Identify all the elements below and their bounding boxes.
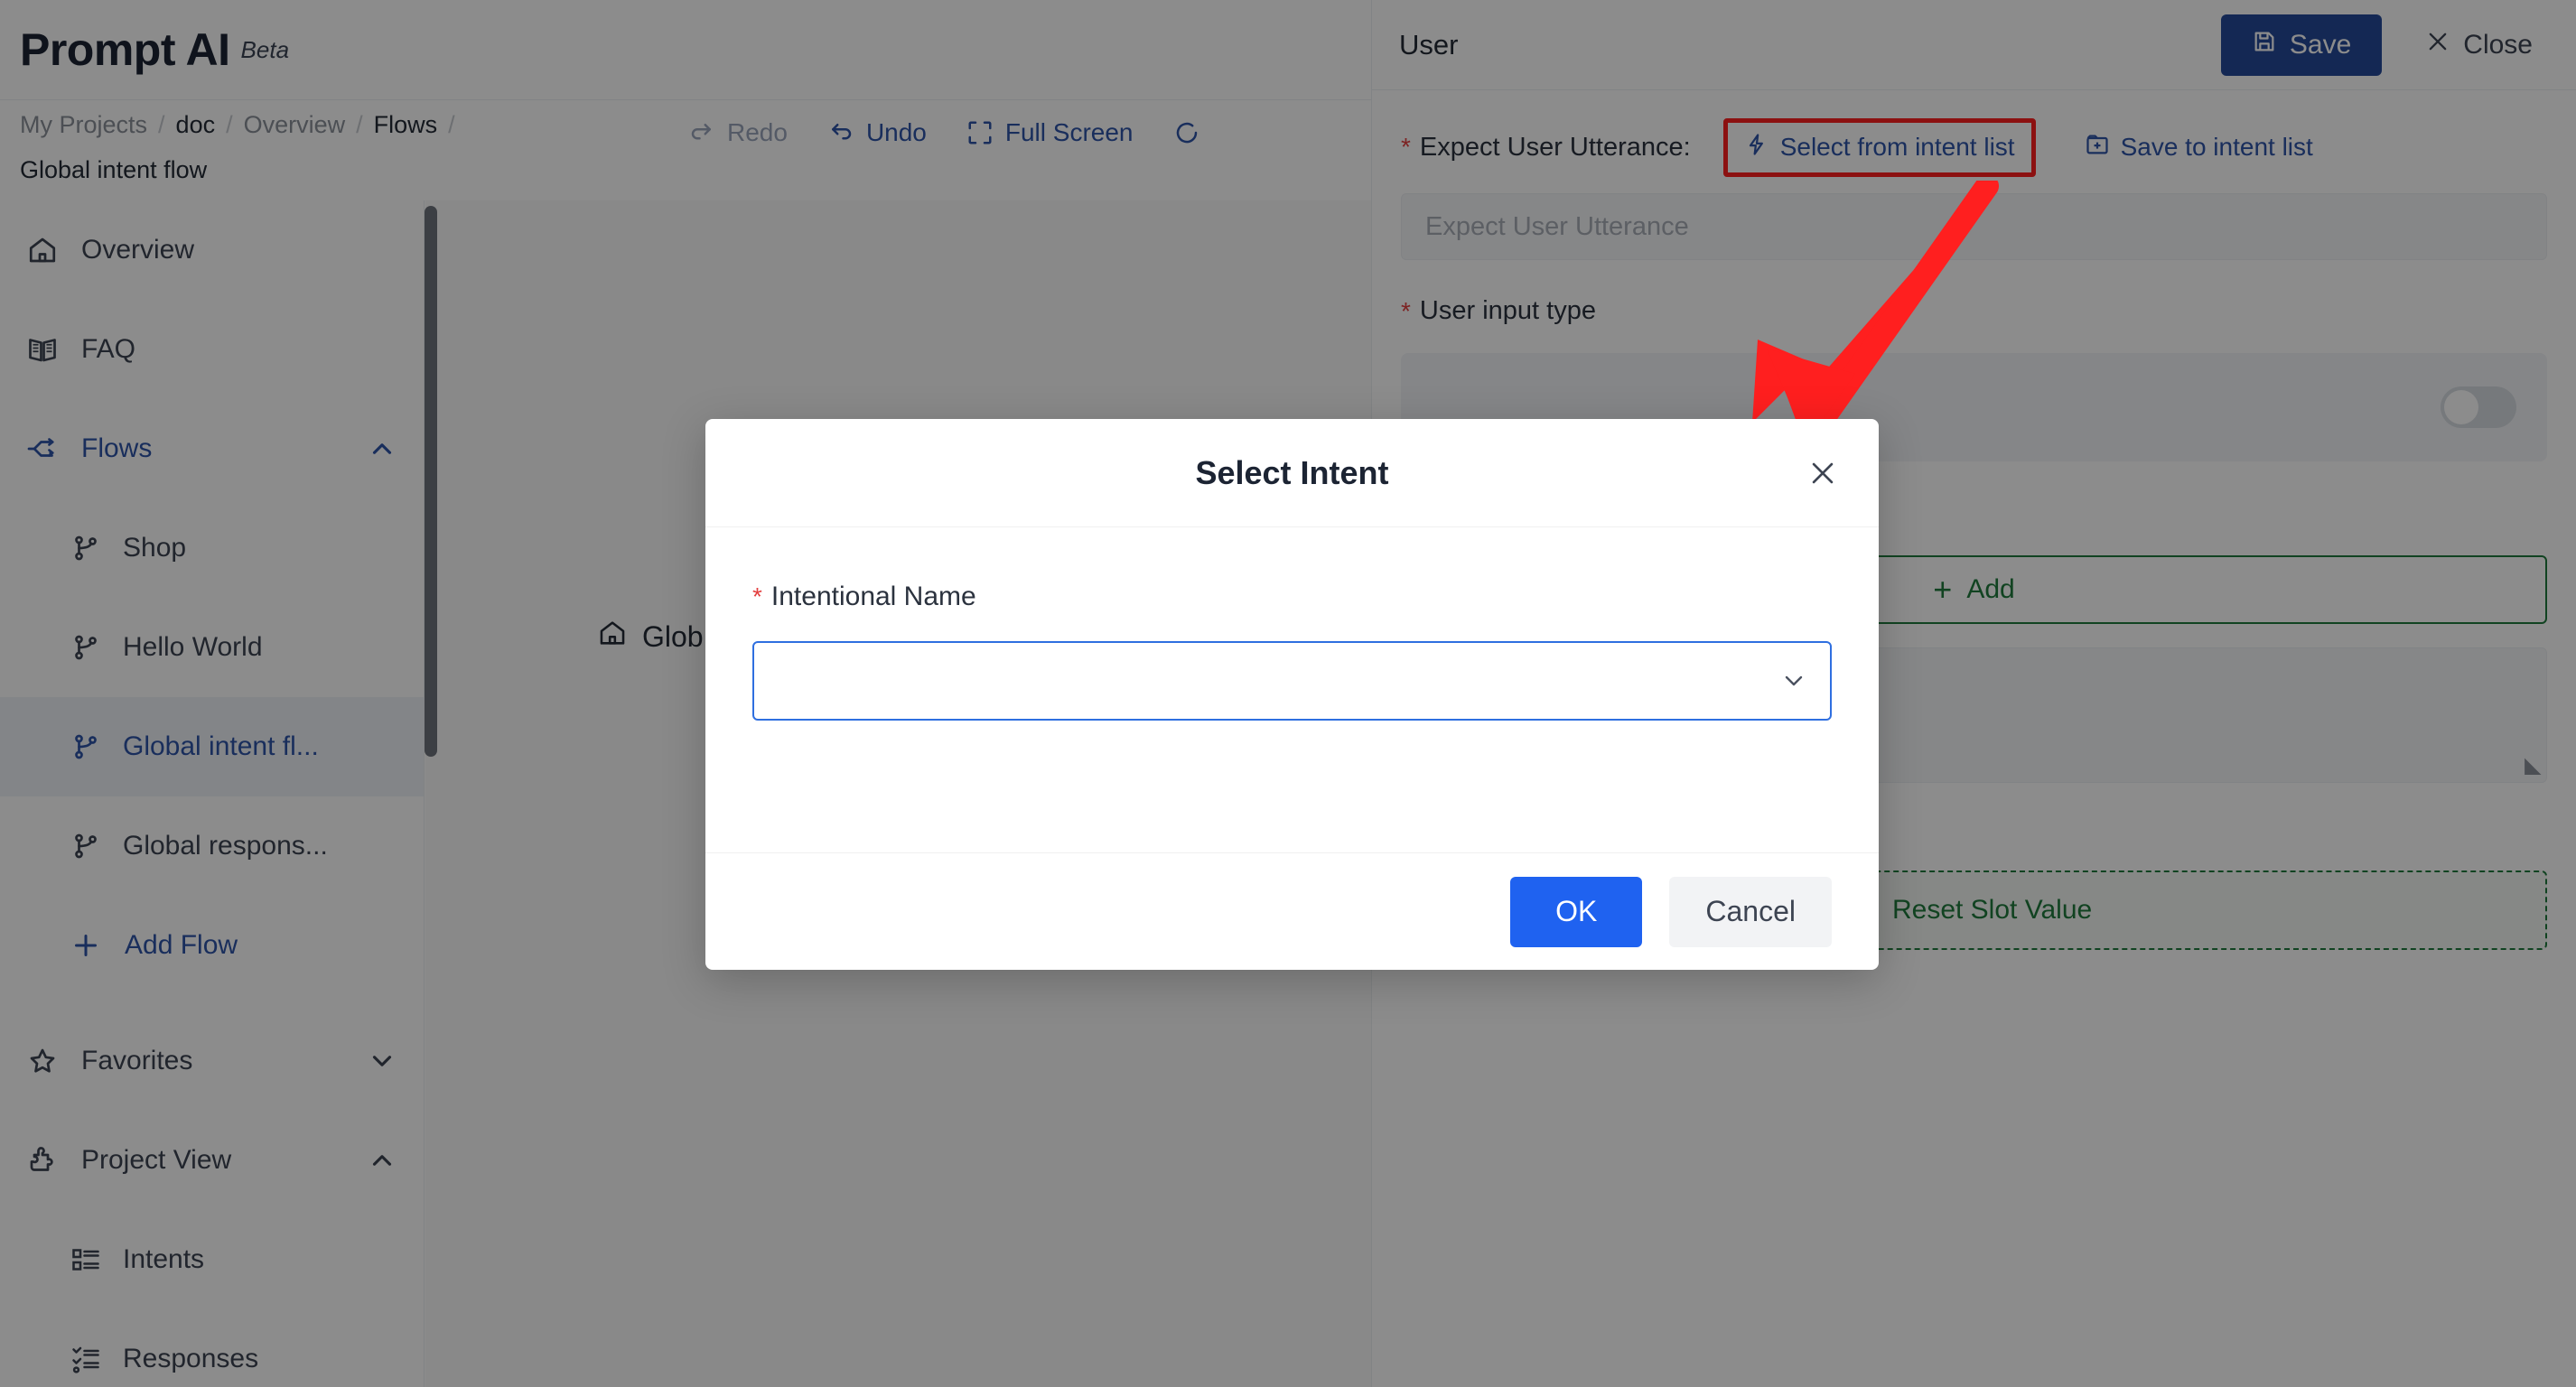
intentional-name-label: Intentional Name bbox=[770, 582, 976, 611]
intentional-name-select[interactable] bbox=[752, 641, 1832, 721]
modal-body: * Intentional Name bbox=[705, 527, 1879, 852]
chevron-down-icon[interactable] bbox=[1779, 666, 1808, 695]
ok-button[interactable]: OK bbox=[1510, 876, 1643, 947]
ok-label: OK bbox=[1555, 895, 1598, 927]
select-intent-modal: Select Intent * Intentional Name OK Canc… bbox=[705, 419, 1879, 970]
modal-footer: OK Cancel bbox=[705, 852, 1879, 970]
cancel-label: Cancel bbox=[1705, 895, 1796, 927]
required-marker: * bbox=[752, 582, 762, 610]
modal-header: Select Intent bbox=[705, 419, 1879, 527]
modal-close-icon[interactable] bbox=[1803, 453, 1843, 493]
intentional-name-label-row: * Intentional Name bbox=[752, 582, 1832, 612]
modal-title: Select Intent bbox=[1195, 453, 1389, 491]
cancel-button[interactable]: Cancel bbox=[1669, 876, 1832, 947]
